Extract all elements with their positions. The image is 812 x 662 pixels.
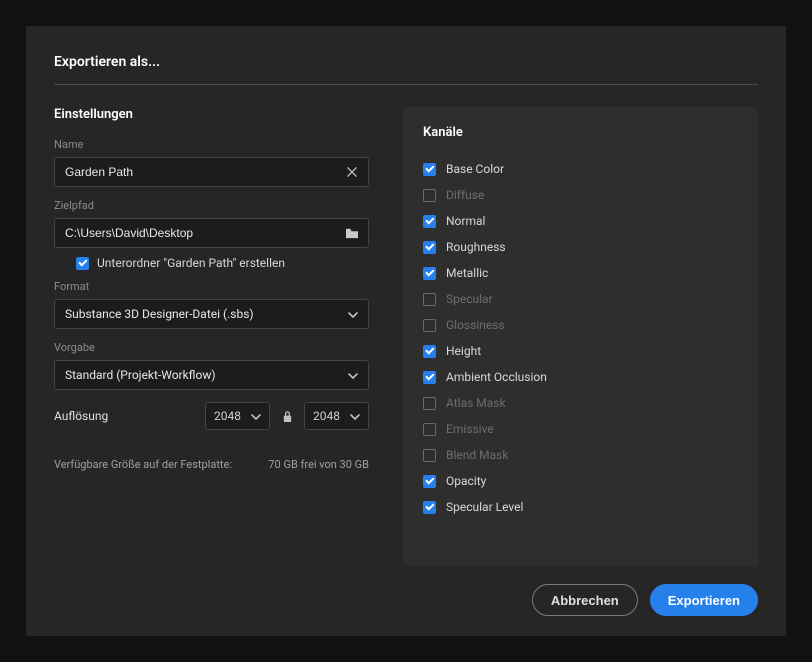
channel-row[interactable]: Diffuse: [423, 182, 738, 208]
lock-icon[interactable]: [280, 410, 294, 423]
channel-label: Normal: [446, 214, 485, 228]
name-label: Name: [54, 138, 369, 151]
channel-row[interactable]: Normal: [423, 208, 738, 234]
channel-label: Specular Level: [446, 500, 523, 514]
channel-row[interactable]: Specular: [423, 286, 738, 312]
format-select[interactable]: Substance 3D Designer-Datei (.sbs): [54, 299, 369, 329]
channel-checkbox[interactable]: [423, 423, 436, 436]
channel-row[interactable]: Blend Mask: [423, 442, 738, 468]
export-button[interactable]: Exportieren: [650, 584, 758, 616]
channel-label: Base Color: [446, 162, 504, 176]
channel-row[interactable]: Specular Level: [423, 494, 738, 520]
channel-checkbox[interactable]: [423, 189, 436, 202]
channel-label: Ambient Occlusion: [446, 370, 547, 384]
name-input-wrap[interactable]: [54, 157, 369, 187]
channel-checkbox[interactable]: [423, 163, 436, 176]
preset-value: Standard (Projekt-Workflow): [65, 368, 348, 382]
channel-row[interactable]: Opacity: [423, 468, 738, 494]
channel-label: Specular: [446, 292, 493, 306]
settings-panel: Einstellungen Name Zielpfad Unterordner …: [54, 107, 369, 566]
channel-row[interactable]: Metallic: [423, 260, 738, 286]
channel-row[interactable]: Atlas Mask: [423, 390, 738, 416]
channel-row[interactable]: Base Color: [423, 156, 738, 182]
target-label: Zielpfad: [54, 199, 369, 212]
subfolder-label: Unterordner "Garden Path" erstellen: [97, 256, 285, 270]
channel-label: Blend Mask: [446, 448, 508, 462]
channel-row[interactable]: Glossiness: [423, 312, 738, 338]
channel-label: Opacity: [446, 474, 486, 488]
resolution-width-select[interactable]: 2048: [205, 402, 270, 430]
chevron-down-icon: [350, 411, 360, 421]
export-dialog: Exportieren als... Einstellungen Name Zi…: [26, 26, 786, 636]
chevron-down-icon: [348, 309, 358, 319]
channel-checkbox[interactable]: [423, 345, 436, 358]
clear-name-icon[interactable]: [344, 164, 360, 180]
subfolder-checkbox[interactable]: [76, 257, 89, 270]
chevron-down-icon: [251, 411, 261, 421]
browse-folder-icon[interactable]: [344, 225, 360, 241]
channel-checkbox[interactable]: [423, 501, 436, 514]
channel-label: Atlas Mask: [446, 396, 506, 410]
channel-row[interactable]: Roughness: [423, 234, 738, 260]
channel-checkbox[interactable]: [423, 215, 436, 228]
channels-heading: Kanäle: [423, 125, 738, 140]
format-value: Substance 3D Designer-Datei (.sbs): [65, 307, 348, 321]
channel-checkbox[interactable]: [423, 449, 436, 462]
channel-row[interactable]: Emissive: [423, 416, 738, 442]
disk-space-value: 70 GB frei von 30 GB: [268, 458, 369, 471]
subfolder-row[interactable]: Unterordner "Garden Path" erstellen: [54, 252, 369, 280]
target-input-wrap[interactable]: [54, 218, 369, 248]
cancel-button[interactable]: Abbrechen: [532, 584, 638, 616]
channel-label: Glossiness: [446, 318, 505, 332]
disk-space-label: Verfügbare Größe auf der Festplatte:: [54, 458, 232, 471]
resolution-width-value: 2048: [214, 409, 241, 423]
resolution-height-value: 2048: [313, 409, 340, 423]
channel-label: Emissive: [446, 422, 494, 436]
resolution-row: Auflösung 2048 2048: [54, 402, 369, 430]
channel-checkbox[interactable]: [423, 397, 436, 410]
channel-row[interactable]: Height: [423, 338, 738, 364]
format-label: Format: [54, 280, 369, 293]
channel-label: Height: [446, 344, 481, 358]
channels-list: Base Color Diffuse Normal Roughness Metallic…: [423, 156, 738, 520]
channel-label: Roughness: [446, 240, 506, 254]
preset-select[interactable]: Standard (Projekt-Workflow): [54, 360, 369, 390]
settings-heading: Einstellungen: [54, 107, 369, 122]
channel-checkbox[interactable]: [423, 475, 436, 488]
chevron-down-icon: [348, 370, 358, 380]
resolution-label: Auflösung: [54, 409, 195, 423]
target-input[interactable]: [65, 226, 344, 240]
channel-checkbox[interactable]: [423, 371, 436, 384]
channel-checkbox[interactable]: [423, 241, 436, 254]
channel-checkbox[interactable]: [423, 293, 436, 306]
channel-row[interactable]: Ambient Occlusion: [423, 364, 738, 390]
dialog-body: Einstellungen Name Zielpfad Unterordner …: [54, 85, 758, 566]
channel-label: Metallic: [446, 266, 488, 280]
dialog-title: Exportieren als...: [54, 54, 758, 85]
preset-label: Vorgabe: [54, 341, 369, 354]
resolution-height-select[interactable]: 2048: [304, 402, 369, 430]
disk-space-row: Verfügbare Größe auf der Festplatte: 70 …: [54, 458, 369, 471]
dialog-footer: Abbrechen Exportieren: [54, 566, 758, 616]
channel-label: Diffuse: [446, 188, 484, 202]
channels-panel: Kanäle Base Color Diffuse Normal Roughness M…: [403, 107, 758, 566]
name-input[interactable]: [65, 165, 344, 179]
channel-checkbox[interactable]: [423, 267, 436, 280]
channel-checkbox[interactable]: [423, 319, 436, 332]
